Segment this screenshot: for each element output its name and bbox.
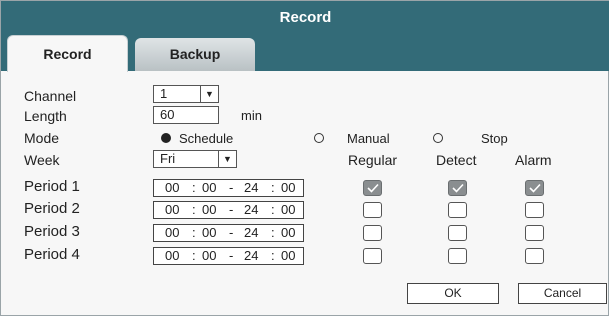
end-hour: 24 [244, 202, 259, 217]
time-colon: : [192, 180, 196, 195]
time-colon: : [271, 180, 275, 195]
detect-checkbox[interactable] [448, 202, 467, 218]
chevron-down-icon[interactable]: ▼ [200, 86, 218, 102]
start-hour: 00 [165, 248, 180, 263]
period-label: Period 1 [24, 178, 80, 195]
radio-schedule-icon[interactable] [161, 133, 171, 143]
period-label: Period 4 [24, 246, 80, 263]
start-hour: 00 [165, 225, 180, 240]
record-dialog: Record Record Backup Channel 1 ▼ Length … [0, 0, 609, 316]
channel-label: Channel [24, 88, 77, 104]
regular-checkbox[interactable] [363, 180, 382, 196]
regular-checkbox[interactable] [363, 202, 382, 218]
alarm-checkbox[interactable] [525, 248, 544, 264]
tab-strip: Record Backup [1, 35, 609, 72]
regular-checkbox[interactable] [363, 248, 382, 264]
week-label: Week [24, 152, 60, 168]
alarm-checkbox[interactable] [525, 180, 544, 196]
end-hour: 24 [244, 180, 259, 195]
channel-select[interactable]: 1 ▼ [153, 85, 219, 103]
end-minute: 00 [281, 180, 296, 195]
alarm-checkbox[interactable] [525, 202, 544, 218]
start-minute: 00 [202, 248, 217, 263]
end-minute: 00 [281, 225, 296, 240]
column-header-alarm: Alarm [515, 152, 552, 168]
period-time-input[interactable]: 00:00-24:00 [153, 201, 304, 219]
tab-record[interactable]: Record [7, 35, 128, 72]
period-label: Period 3 [24, 223, 80, 240]
detect-checkbox[interactable] [448, 248, 467, 264]
time-colon: : [192, 202, 196, 217]
time-dash: - [229, 225, 234, 240]
time-colon: : [192, 225, 196, 240]
radio-schedule-label[interactable]: Schedule [179, 131, 233, 146]
week-value: Fri [160, 151, 176, 166]
time-colon: : [271, 225, 275, 240]
dialog-title: Record [1, 1, 609, 35]
chevron-down-icon[interactable]: ▼ [218, 151, 236, 167]
end-hour: 24 [244, 225, 259, 240]
ok-button[interactable]: OK [407, 283, 499, 304]
tab-backup[interactable]: Backup [135, 38, 255, 71]
channel-value: 1 [160, 86, 168, 101]
period-label: Period 2 [24, 200, 80, 217]
length-input[interactable]: 60 [153, 106, 219, 124]
checkmark-icon [529, 183, 541, 193]
length-label: Length [24, 108, 67, 124]
checkmark-icon [452, 183, 464, 193]
column-header-regular: Regular [348, 152, 398, 168]
period-time-input[interactable]: 00:00-24:00 [153, 179, 304, 197]
start-hour: 00 [165, 180, 180, 195]
alarm-checkbox[interactable] [525, 225, 544, 241]
start-minute: 00 [202, 180, 217, 195]
cancel-button[interactable]: Cancel [518, 283, 607, 304]
time-dash: - [229, 202, 234, 217]
start-minute: 00 [202, 202, 217, 217]
period-time-input[interactable]: 00:00-24:00 [153, 247, 304, 265]
time-colon: : [271, 248, 275, 263]
detect-checkbox[interactable] [448, 225, 467, 241]
time-colon: : [271, 202, 275, 217]
end-hour: 24 [244, 248, 259, 263]
radio-manual-icon[interactable] [314, 133, 324, 143]
radio-stop-label[interactable]: Stop [481, 131, 508, 146]
checkmark-icon [367, 183, 379, 193]
start-minute: 00 [202, 225, 217, 240]
detect-checkbox[interactable] [448, 180, 467, 196]
start-hour: 00 [165, 202, 180, 217]
length-unit: min [241, 108, 262, 123]
time-colon: : [192, 248, 196, 263]
regular-checkbox[interactable] [363, 225, 382, 241]
mode-label: Mode [24, 130, 60, 146]
week-select[interactable]: Fri ▼ [153, 150, 237, 168]
period-time-input[interactable]: 00:00-24:00 [153, 224, 304, 242]
end-minute: 00 [281, 248, 296, 263]
time-dash: - [229, 248, 234, 263]
end-minute: 00 [281, 202, 296, 217]
time-dash: - [229, 180, 234, 195]
radio-stop-icon[interactable] [433, 133, 443, 143]
column-header-detect: Detect [436, 152, 477, 168]
radio-manual-label[interactable]: Manual [347, 131, 390, 146]
